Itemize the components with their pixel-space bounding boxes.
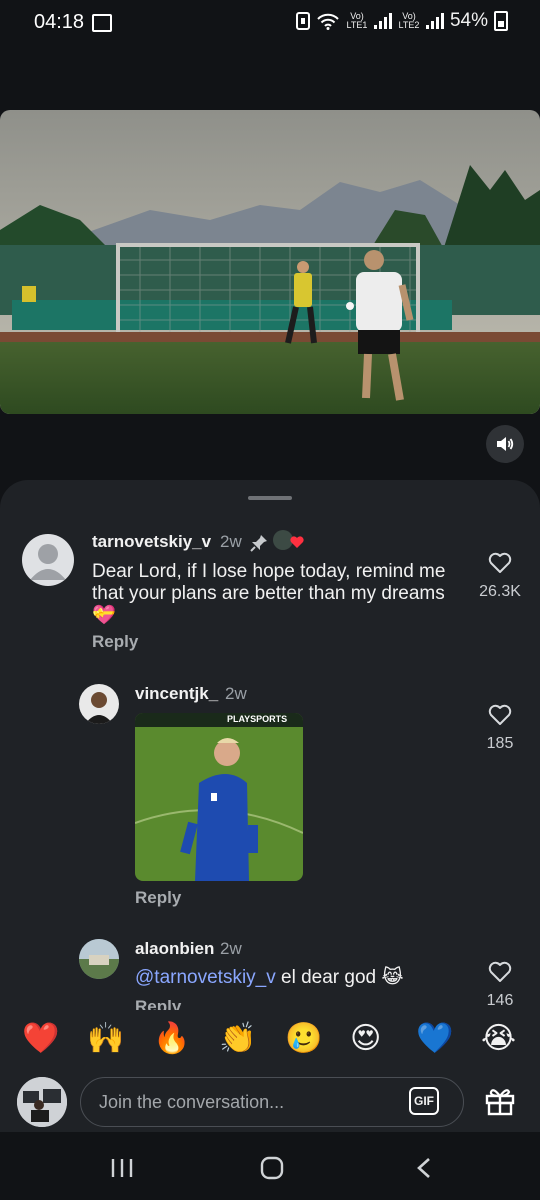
video-frame-football-training xyxy=(0,110,540,414)
pin-icon xyxy=(250,535,267,552)
wifi-icon xyxy=(317,13,339,30)
comment-input-placeholder: Join the conversation... xyxy=(99,1092,285,1112)
my-avatar[interactable] xyxy=(17,1077,67,1127)
signal2-icon xyxy=(425,13,444,29)
video-player[interactable] xyxy=(0,110,540,414)
comment-1: tarnovetskiy_v 2w Dear Lord, if I lose h… xyxy=(0,480,540,680)
gif-button[interactable]: GIF xyxy=(409,1087,439,1115)
volume-button[interactable] xyxy=(486,425,524,463)
like-count: 185 xyxy=(486,735,514,752)
comment-text: @tarnovetskiy_v el dear god 😹 xyxy=(135,967,455,989)
like-count: 26.3K xyxy=(479,583,521,600)
reaction-clap[interactable]: 👏 xyxy=(219,1022,256,1056)
comment-body: el dear god 😹 xyxy=(275,967,404,988)
comment-age: 2w xyxy=(220,939,242,958)
gif-football-celebration xyxy=(135,713,303,881)
comment-age: 2w xyxy=(220,532,242,551)
avatar[interactable] xyxy=(22,534,74,586)
signal1-icon xyxy=(373,13,392,29)
reaction-crying[interactable]: 😭 xyxy=(481,1022,516,1056)
like-button[interactable]: 185 xyxy=(470,704,530,753)
quick-reactions-bar xyxy=(0,1010,540,1068)
avatar[interactable] xyxy=(79,684,119,724)
nfc-icon xyxy=(295,12,310,30)
gift-icon[interactable] xyxy=(484,1086,516,1116)
comment-2: vincentjk_ 2w PLAYSPORTS Reply 185 xyxy=(0,680,540,920)
mention-link[interactable]: @tarnovetskiy_v xyxy=(135,967,276,988)
username[interactable]: vincentjk_ xyxy=(135,684,218,704)
user-photo-avatar xyxy=(79,939,119,979)
battery-icon xyxy=(494,11,508,31)
comment-3: alaonbien 2w @tarnovetskiy_v el dear god… xyxy=(0,935,540,1010)
heart-outline-icon xyxy=(488,961,512,982)
reaction-heart[interactable]: ❤️ xyxy=(22,1022,59,1056)
default-avatar-icon xyxy=(30,544,66,580)
clock: 04:18 xyxy=(34,11,85,33)
gif-brand-label: PLAYSPORTS xyxy=(227,714,288,724)
sim2-label: Vo) LTE2 xyxy=(398,11,420,30)
reaction-raised-hands[interactable]: 🙌 xyxy=(87,1022,124,1056)
reply-button[interactable]: Reply xyxy=(135,997,181,1010)
comment-age: 2w xyxy=(225,684,247,703)
username[interactable]: tarnovetskiy_v xyxy=(92,532,211,552)
comment-input[interactable]: Join the conversation... xyxy=(80,1077,464,1127)
gallery-notification-icon xyxy=(92,14,112,32)
recent-apps-icon[interactable] xyxy=(110,1158,134,1178)
creator-heart-icon xyxy=(290,536,304,548)
heart-outline-icon xyxy=(488,704,512,725)
status-bar: 04:18 Vo) LTE1 Vo) LTE2 54% xyxy=(0,0,540,48)
user-photo-avatar xyxy=(85,692,113,724)
comment-text: Dear Lord, if I lose hope today, remind … xyxy=(92,561,446,626)
reply-button[interactable]: Reply xyxy=(135,888,181,908)
volume-icon xyxy=(497,437,514,451)
avatar[interactable] xyxy=(79,939,119,979)
battery-percent: 54% xyxy=(449,10,488,31)
reaction-tear-smile[interactable]: 🥲 xyxy=(285,1022,322,1056)
like-count: 146 xyxy=(486,992,514,1009)
reaction-heart-eyes[interactable]: 😍 xyxy=(350,1022,381,1056)
user-photo-avatar xyxy=(17,1077,67,1127)
like-button[interactable]: 146 xyxy=(470,961,530,1010)
system-nav-bar xyxy=(0,1132,540,1200)
username[interactable]: alaonbien xyxy=(135,939,214,959)
sim1-label: Vo) LTE1 xyxy=(346,11,368,30)
back-icon[interactable] xyxy=(416,1157,432,1179)
like-button[interactable]: 26.3K xyxy=(470,552,530,601)
heart-outline-icon xyxy=(488,552,512,573)
reply-button[interactable]: Reply xyxy=(92,632,138,652)
home-icon[interactable] xyxy=(260,1156,284,1180)
comment-gif[interactable]: PLAYSPORTS xyxy=(135,713,303,881)
status-icons: Vo) LTE1 Vo) LTE2 54% xyxy=(295,10,508,32)
reaction-fire[interactable]: 🔥 xyxy=(153,1022,190,1056)
reaction-blue-heart[interactable]: 💙 xyxy=(416,1022,453,1056)
